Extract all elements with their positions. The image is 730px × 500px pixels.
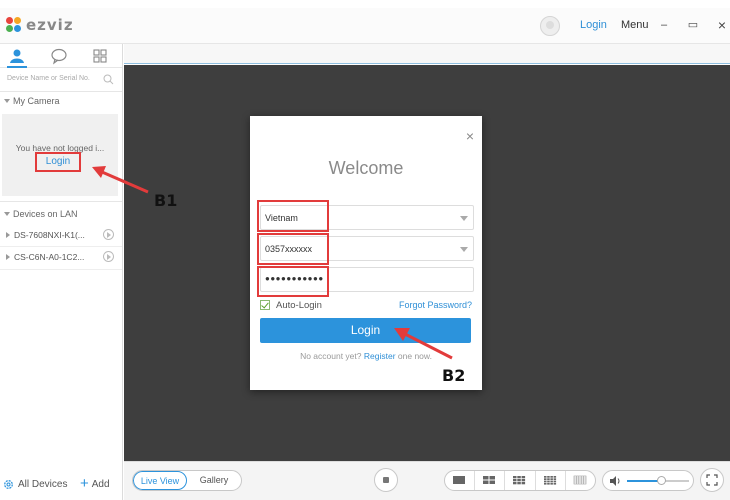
annotation-label-b1: B1 [154,191,178,210]
volume-handle[interactable] [657,476,666,485]
device-name: CS-C6N-A0-1C2... [14,252,85,262]
view-mode-toggle: Live View Gallery [132,470,242,491]
search-icon [103,74,114,85]
login-button[interactable]: Login [260,318,471,343]
layout-selector [444,470,596,491]
lan-label: Devices on LAN [13,209,78,219]
my-camera-label: My Camera [13,96,60,106]
layout-nine-icon [513,476,526,485]
chevron-right-icon [6,254,10,261]
sidebar-tabs [0,44,122,68]
all-devices-button[interactable]: All Devices [3,479,67,490]
checkbox-icon [260,300,270,310]
layout-single-icon [453,476,465,484]
play-icon[interactable] [103,251,114,262]
device-name: DS-7608NXI-K1(... [14,230,85,240]
chevron-right-icon [6,232,10,239]
title-bar: ezviz Login Menu – ▭ × [0,8,730,44]
logo-text: ezviz [26,16,74,34]
country-select[interactable]: Vietnam [260,205,474,230]
menu-button[interactable]: Menu [621,19,649,31]
close-button[interactable]: × [714,16,730,34]
lan-device-item[interactable]: DS-7608NXI-K1(... [0,224,122,246]
fullscreen-button[interactable] [700,468,724,492]
maximize-button[interactable]: ▭ [685,16,701,34]
add-device-button[interactable]: + Add [80,475,110,492]
layout-4-button[interactable] [475,471,506,490]
layout-many-icon [573,475,587,485]
chevron-down-icon [460,247,468,252]
layout-1-button[interactable] [445,471,476,490]
layout-quad-icon [483,476,496,484]
plus-icon: + [80,475,89,492]
country-value: Vietnam [265,213,298,223]
ezviz-logo: ezviz [6,16,74,34]
layout-9-button[interactable] [505,471,536,490]
gear-icon [4,480,13,489]
titlebar-login-link[interactable]: Login [580,19,607,31]
auto-login-checkbox[interactable]: Auto-Login [260,299,322,311]
play-icon[interactable] [103,229,114,240]
chat-bubble-icon [51,48,67,65]
avatar[interactable] [540,16,560,36]
devices-on-lan-header[interactable]: Devices on LAN [0,209,123,219]
register-link[interactable]: Register [364,351,396,361]
grid-icon [93,49,107,63]
no-account-text: No account yet? Register one now. [250,351,482,361]
all-devices-label: All Devices [18,479,68,490]
lan-device-item[interactable]: CS-C6N-A0-1C2... [0,246,122,268]
speaker-icon[interactable] [609,475,623,487]
stop-button[interactable] [374,468,398,492]
login-dialog: × Welcome Vietnam 0357xxxxxx ●●●●●●●●●●●… [250,116,482,390]
app-window: ezviz Login Menu – ▭ × Device Name or Se… [0,0,730,500]
password-field[interactable]: ●●●●●●●●●●● [260,267,474,292]
tab-more[interactable] [90,47,110,65]
tab-gallery[interactable]: Gallery [187,471,241,490]
layout-16-button[interactable] [536,471,566,490]
dialog-close-button[interactable]: × [466,129,474,143]
viewport-header [124,44,730,64]
sidebar: Device Name or Serial No. My Camera You … [0,44,123,500]
chevron-down-icon [4,99,10,104]
phone-field[interactable]: 0357xxxxxx [260,236,474,261]
tab-messages[interactable] [49,47,69,65]
user-icon [10,49,24,63]
volume-control [602,470,694,491]
password-value: ●●●●●●●●●●● [265,274,324,283]
phone-value: 0357xxxxxx [265,244,313,254]
layout-25-button[interactable] [566,471,595,490]
minimize-button[interactable]: – [656,16,672,34]
search-placeholder: Device Name or Serial No. [7,75,90,82]
sidebar-login-button[interactable]: Login [35,152,81,172]
layout-sixteen-icon [543,476,556,485]
annotation-label-b2: B2 [442,366,466,385]
fullscreen-icon [706,474,718,486]
tab-live-view[interactable]: Live View [133,471,187,490]
add-label: Add [91,478,110,490]
no-account-label: No account yet? [300,351,362,361]
logo-icon [6,17,24,33]
search-field[interactable]: Device Name or Serial No. [4,71,118,89]
auto-login-label: Auto-Login [276,299,322,311]
forgot-password-link[interactable]: Forgot Password? [399,300,472,310]
chevron-down-icon [460,216,468,221]
sidebar-footer: All Devices + Add [0,470,123,500]
register-suffix: one now. [397,351,432,361]
my-camera-header[interactable]: My Camera [0,96,123,106]
chevron-down-icon [4,212,10,217]
bottom-toolbar: Live View Gallery [124,461,730,500]
dialog-title: Welcome [328,158,404,178]
tab-devices[interactable] [7,47,27,68]
